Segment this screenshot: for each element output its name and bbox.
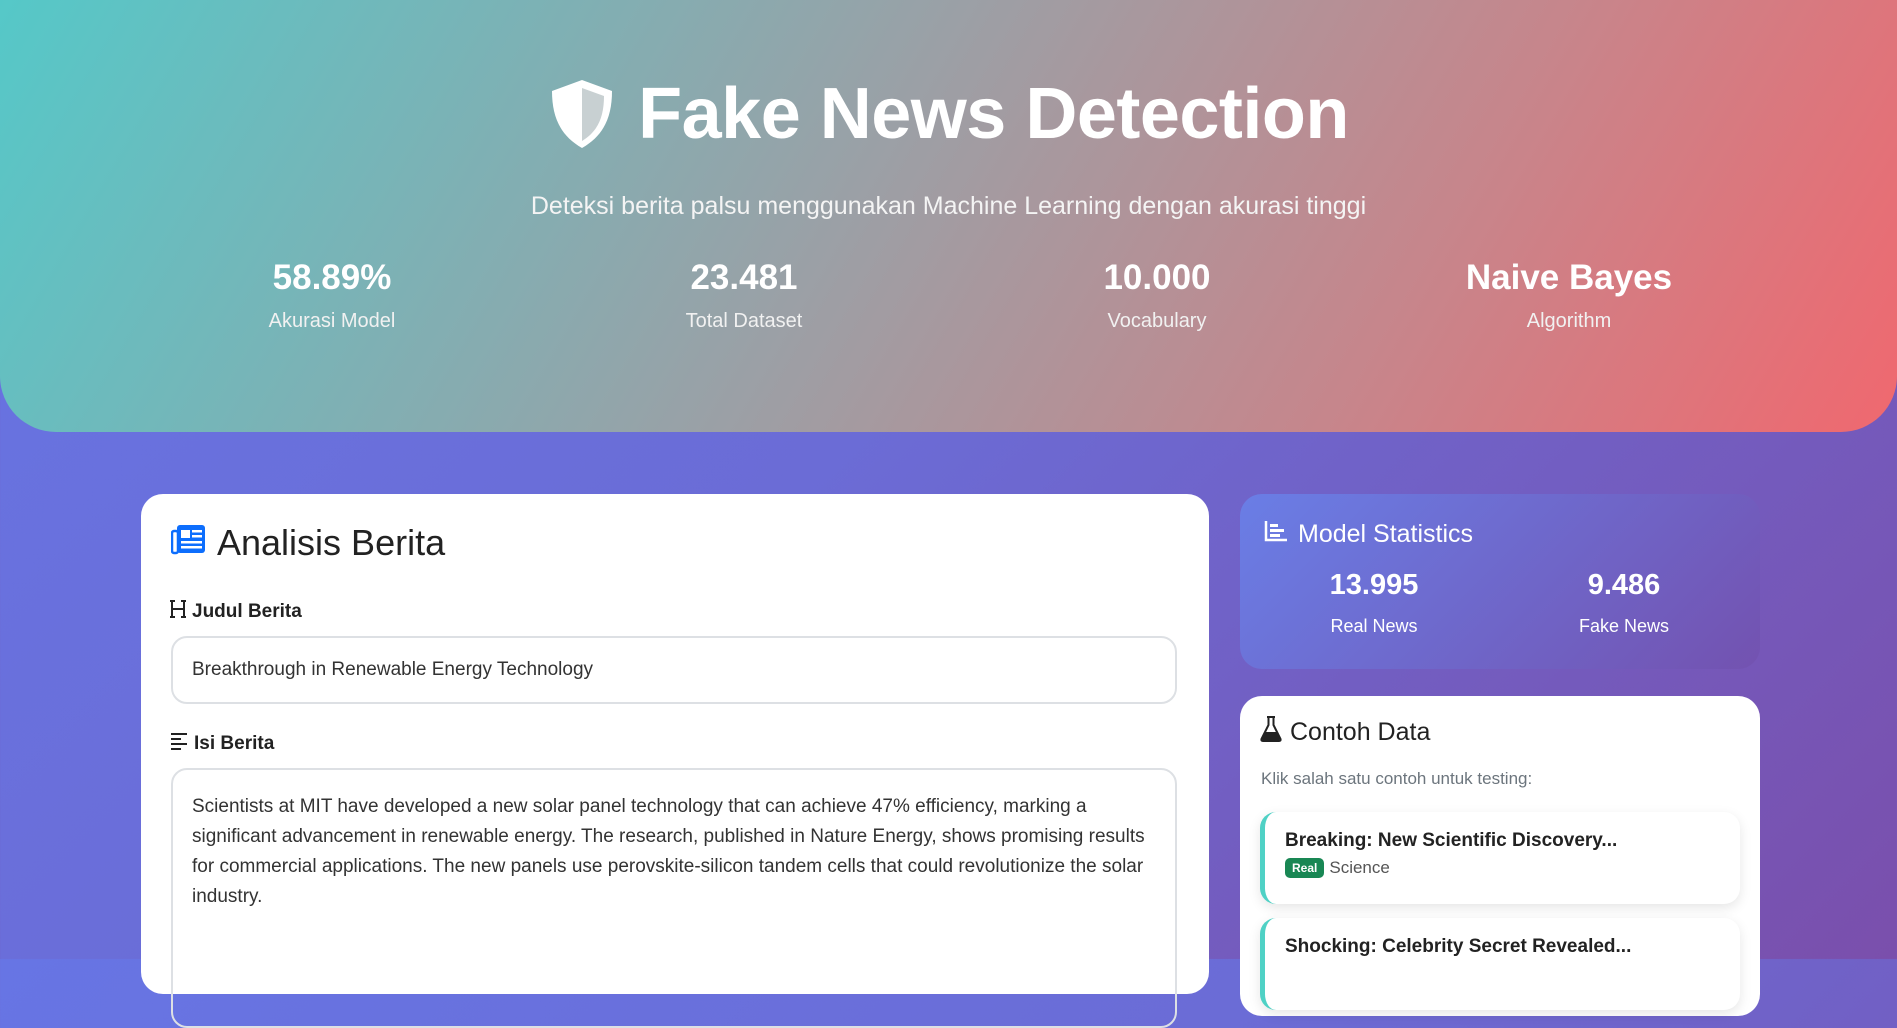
stat-value: 10.000 (1103, 258, 1211, 297)
shield-icon (548, 78, 616, 150)
stat-dataset: 23.481 Total Dataset (594, 254, 894, 333)
content-textarea[interactable]: Scientists at MIT have developed a new s… (171, 768, 1177, 1028)
hero-header: Fake News Detection Deteksi berita palsu… (0, 0, 1897, 432)
stat-label: Akurasi Model (268, 310, 396, 332)
example-item[interactable]: Breaking: New Scientific Discovery... Re… (1260, 812, 1740, 904)
model-statistics-card: Model Statistics 13.995 Real News 9.486 … (1240, 494, 1760, 669)
newspaper-icon (170, 522, 207, 564)
real-news-value: 13.995 (1329, 569, 1419, 601)
fake-news-label: Fake News (1578, 616, 1670, 636)
real-news-label: Real News (1330, 616, 1418, 636)
heading-icon (170, 600, 186, 624)
real-news-stat: 13.995 Real News (1274, 566, 1474, 637)
content-field-label: Isi Berita (170, 732, 274, 756)
analysis-heading: Analisis Berita (170, 522, 446, 564)
stat-value: Naive Bayes (1465, 258, 1673, 297)
real-badge: Real (1285, 858, 1325, 878)
title-field-label: Judul Berita (170, 600, 302, 624)
flask-icon (1260, 716, 1282, 749)
examples-hint: Klik salah satu contoh untuk testing: (1261, 769, 1533, 788)
title-input[interactable]: Breakthrough in Renewable Energy Technol… (171, 636, 1177, 704)
stat-value: 58.89% (272, 258, 392, 297)
fake-news-value: 9.486 (1587, 569, 1661, 601)
analysis-card: Analisis Berita Judul Berita Breakthroug… (141, 494, 1209, 1028)
example-item[interactable]: Shocking: Celebrity Secret Revealed... (1260, 918, 1740, 1010)
examples-card: Contoh Data Klik salah satu contoh untuk… (1240, 696, 1760, 1016)
model-statistics-heading: Model Statistics (1264, 520, 1473, 549)
content-label-text: Isi Berita (194, 733, 275, 754)
align-left-icon (170, 732, 188, 756)
stat-algorithm: Naive Bayes Algorithm (1419, 254, 1719, 333)
analysis-title: Analisis Berita (217, 522, 446, 563)
stat-label: Total Dataset (685, 310, 803, 332)
stat-label: Algorithm (1526, 310, 1612, 332)
chart-bar-icon (1264, 520, 1288, 549)
stat-vocabulary: 10.000 Vocabulary (1007, 254, 1307, 333)
page-subtitle: Deteksi berita palsu menggunakan Machine… (530, 192, 1367, 220)
example-category: Science (1329, 858, 1390, 877)
stat-value: 23.481 (690, 258, 798, 297)
example-meta: Real Science (1285, 858, 1720, 878)
model-statistics-title: Model Statistics (1298, 520, 1474, 548)
stat-accuracy: 58.89% Akurasi Model (182, 254, 482, 333)
example-title: Breaking: New Scientific Discovery... (1285, 830, 1618, 851)
example-title: Shocking: Celebrity Secret Revealed... (1285, 936, 1632, 957)
hero-title-row: Fake News Detection (0, 78, 1897, 150)
examples-heading: Contoh Data (1260, 716, 1430, 749)
stat-label: Vocabulary (1107, 310, 1207, 332)
examples-title: Contoh Data (1290, 718, 1431, 746)
page-title: Fake News Detection (638, 74, 1349, 154)
fake-news-stat: 9.486 Fake News (1524, 566, 1724, 637)
title-label-text: Judul Berita (192, 601, 302, 622)
